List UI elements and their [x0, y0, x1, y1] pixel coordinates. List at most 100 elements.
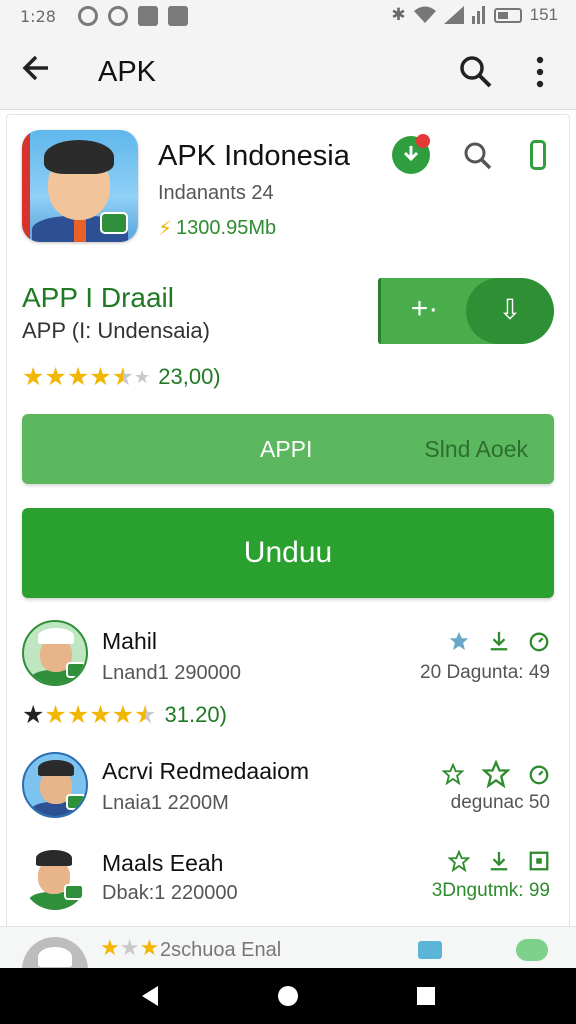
star-empty-icon: ★ — [119, 935, 140, 960]
avatar — [22, 752, 88, 818]
download-button[interactable]: Unduu — [22, 508, 554, 598]
status-time: 1:28 — [20, 7, 56, 26]
status-bar: 1:28 ✱ 151 — [0, 0, 576, 34]
list-item-meta: 20 Dagunta: 49 — [420, 662, 550, 683]
list-item-subtitle: Lnand1 290000 — [102, 662, 242, 684]
avatar-cap — [36, 850, 72, 866]
star-outline-icon[interactable] — [442, 763, 464, 785]
detail-title: APP I Draail — [22, 282, 174, 313]
list-item-title: Acrvi Redmedaaiom — [102, 758, 310, 784]
avatar-badge — [66, 794, 86, 810]
avatar-badge — [64, 884, 84, 900]
list-item-actions — [442, 760, 550, 788]
bolt-icon: ⚡ — [158, 218, 173, 240]
app-size: ⚡ 1300.95Mb — [158, 216, 276, 241]
app-developer: Indanants 24 — [158, 182, 274, 204]
star-icon[interactable] — [448, 630, 470, 652]
star-icon: ★ — [22, 362, 45, 391]
signal-icon — [443, 6, 464, 24]
list-item-title: Mahil — [102, 628, 157, 654]
star-icon: ★ — [22, 700, 45, 729]
wifi-icon — [413, 6, 436, 23]
battery-icon — [493, 7, 522, 23]
avatar-badge — [66, 662, 86, 678]
phone-icon[interactable] — [530, 140, 546, 170]
app-size-text: 1300.95Mb — [176, 217, 277, 239]
app-button[interactable]: APPI Slnd Aoek — [22, 414, 554, 484]
more-vert-icon[interactable] — [526, 54, 554, 90]
star-icon: ★ — [139, 935, 160, 960]
list-item-meta: 3Dngutmk: 99 — [431, 880, 550, 901]
split-right-action[interactable]: ⇩ — [466, 278, 554, 344]
list-item-subtitle: Dbak:1 220000 — [102, 882, 238, 904]
download-icon[interactable] — [488, 630, 510, 652]
list-item[interactable]: Maals Eeah Dbak:1 220000 3Dngutmk: 99 — [0, 842, 576, 916]
status-right-icons: ✱ 151 — [391, 5, 558, 25]
split-action-button[interactable]: +· ⇩ — [378, 278, 554, 344]
list-item[interactable]: Acrvi Redmedaaiom Lnaia1 2200M degunac 5… — [0, 750, 576, 824]
star-outline-icon[interactable] — [448, 850, 470, 872]
home-icon[interactable] — [276, 984, 300, 1008]
avatar — [22, 844, 88, 910]
star-icon: ★ — [89, 700, 112, 729]
star-icon: ★ — [89, 362, 112, 391]
recents-icon[interactable] — [414, 984, 438, 1008]
star-icon: ★ — [66, 362, 90, 391]
page-title: APK — [98, 56, 157, 88]
list-item-title: Maals Eeah — [102, 850, 224, 876]
app-button-label: APPI — [260, 436, 313, 462]
list-item-actions — [448, 850, 550, 872]
avatar — [22, 620, 88, 686]
battery-text: 151 — [529, 5, 558, 24]
search-icon[interactable] — [458, 54, 494, 90]
signal-icon — [471, 6, 485, 24]
star-icon: ★ — [111, 700, 135, 729]
star-icon: ★ — [66, 700, 90, 729]
star-icon: ★ — [100, 935, 120, 960]
image-icon[interactable] — [418, 941, 442, 959]
detail-rating: ★ ★ ★ ★ ★ ★ 23,00) — [22, 364, 221, 390]
stop-icon[interactable] — [528, 850, 550, 872]
back-icon[interactable] — [138, 984, 162, 1008]
partial-text: 2schuoa Enal — [160, 939, 282, 961]
notification-dot — [416, 134, 430, 148]
list-rating: ★ ★ ★ ★ ★ ★ 31.20) — [22, 702, 227, 728]
star-icon: ★ — [44, 362, 67, 391]
split-left-action[interactable]: +· — [378, 278, 468, 344]
app-icon-hair — [44, 140, 114, 174]
list-item-partial[interactable]: ★ ★ ★ 2schuoa Enal — [0, 926, 576, 968]
back-arrow-icon[interactable] — [20, 52, 60, 92]
toggle-icon[interactable] — [516, 939, 548, 961]
star-half-icon: ★ — [134, 700, 157, 729]
search-icon[interactable] — [462, 140, 494, 172]
avatar-hair — [38, 760, 74, 776]
app-icon[interactable] — [22, 130, 138, 242]
app-icon-band — [22, 130, 30, 242]
detail-subtitle: APP (I: Undensaia) — [22, 318, 210, 343]
star-empty-icon: ★ — [134, 367, 151, 387]
download-icon[interactable] — [488, 850, 510, 872]
sync-icon — [108, 6, 128, 26]
avatar — [22, 937, 88, 968]
app-icon-tie — [74, 218, 86, 242]
detail-rating-text: 23,00) — [158, 364, 221, 389]
list-item[interactable]: Mahil Lnand1 290000 20 Dagunta: 49 — [0, 618, 576, 692]
navigation-bar — [0, 968, 576, 1024]
list-item-meta: degunac 50 — [450, 792, 550, 813]
app-bar: APK — [0, 34, 576, 110]
avatar-cap — [38, 628, 74, 644]
bluetooth-icon: ✱ — [391, 5, 406, 24]
list-rating-text: 31.20) — [164, 702, 227, 727]
app-button-secondary-label: Slnd Aoek — [424, 436, 528, 462]
star-outline-icon[interactable] — [482, 760, 510, 788]
timer-icon[interactable] — [528, 763, 550, 785]
list-item-subtitle: Lnaia1 2200M — [102, 792, 229, 814]
sync-icon — [78, 6, 98, 26]
app-icon-badge — [100, 212, 128, 234]
timer-icon[interactable] — [528, 630, 550, 652]
star-icon: ★ — [44, 700, 67, 729]
partial-rating: ★ ★ ★ — [100, 937, 159, 959]
status-left-icons — [78, 6, 188, 26]
app-name: APK Indonesia — [158, 140, 350, 172]
list-item-actions — [448, 630, 550, 652]
